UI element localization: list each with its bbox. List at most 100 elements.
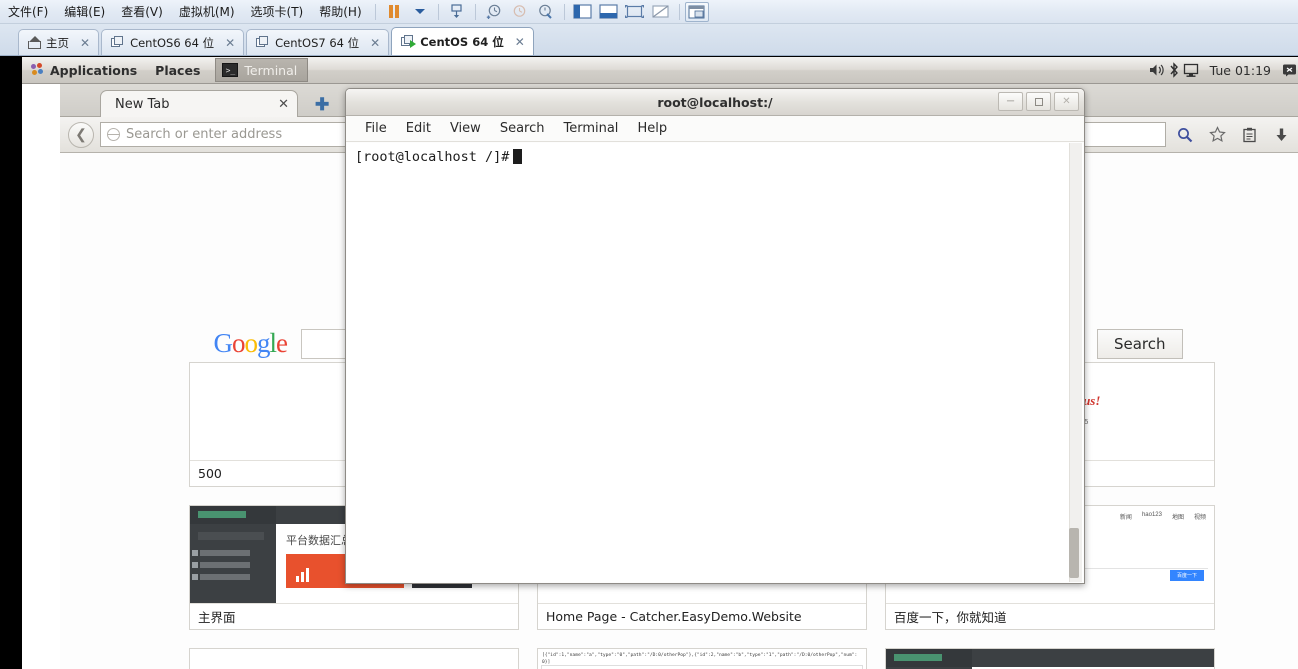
terminal-menu-view[interactable]: View [443,119,488,138]
menu-file[interactable]: 文件(F) [0,0,56,23]
baidu-nav-item: 视频 [1193,515,1206,521]
menu-edit[interactable]: 编辑(E) [56,0,113,23]
snapshot-icon[interactable] [444,2,470,22]
clock-label: Tue 01:19 [1209,62,1271,78]
vm-tab-centos6[interactable]: CentOS6 64 位 ✕ [101,29,245,55]
vm-tab-centos-active[interactable]: CentOS 64 位 ✕ [391,27,534,55]
globe-icon [106,128,120,141]
baidu-nav-item: hao123 [1141,512,1162,518]
tile-thumbnail [886,649,1214,669]
google-logo: Google [213,328,287,358]
snapshot-manager-icon[interactable] [533,2,559,22]
vmware-workstation-window: 文件(F) 编辑(E) 查看(V) 虚拟机(M) 选项卡(T) 帮助(H) 主页… [0,0,1298,669]
downloads-icon[interactable] [1266,122,1296,148]
volume-icon[interactable] [1149,62,1166,79]
terminal-menu-terminal[interactable]: Terminal [556,119,625,138]
show-thumbnail-bar-icon[interactable] [596,2,622,22]
revert-snapshot-icon[interactable] [507,2,533,22]
dashboard-title: 平台数据汇总 [286,534,352,547]
tile-caption: 主界面 [190,603,518,629]
terminal-scrollbar[interactable] [1069,143,1082,582]
toolbar-separator [474,3,476,20]
window-controls: ─ ✕ [998,92,1079,111]
close-icon[interactable]: ✕ [370,36,380,50]
terminal-cursor [513,149,523,164]
terminal-menu-file[interactable]: File [358,119,394,138]
show-library-icon[interactable] [570,2,596,22]
address-bar-placeholder: Search or enter address [126,127,283,142]
vm-tab-home[interactable]: 主页 ✕ [18,29,100,55]
full-screen-icon[interactable] [622,2,648,22]
dashboard-search [198,532,264,540]
places-label: Places [155,62,201,78]
vm-tab-label: CentOS7 64 位 [275,35,360,50]
close-icon[interactable]: ✕ [225,36,235,50]
vm-tab-centos7[interactable]: CentOS7 64 位 ✕ [246,29,390,55]
scrollbar-thumb[interactable] [1069,528,1079,578]
close-icon[interactable]: ✕ [80,36,90,50]
terminal-icon: >_ [222,63,239,77]
menu-view[interactable]: 查看(V) [113,0,171,23]
close-button[interactable]: ✕ [1054,92,1079,111]
vmware-tab-bar: 主页 ✕ CentOS6 64 位 ✕ CentOS7 64 位 ✕ CentO… [0,24,1298,56]
vm-letterbox-left [0,114,22,669]
dashboard-logo [894,654,942,661]
back-button[interactable]: ❮ [68,121,94,148]
toolbar-separator [437,3,439,20]
terminal-prompt: [root@localhost /]# [355,149,510,165]
baidu-search-button: 百度一下 [1170,570,1204,581]
unity-mode-icon[interactable] [648,2,674,22]
bar-chart-icon [296,568,309,582]
tile-thumbnail: Welcome to Jexus! [190,649,518,669]
notification-icon[interactable] [1281,62,1298,79]
taskbar-item-label: Terminal [244,62,298,78]
bluetooth-icon[interactable] [1166,62,1183,79]
home-icon [28,36,41,49]
vm-guest-display[interactable]: New Tab ✕ ✚ ❮ Search or enter address Go… [0,57,1298,669]
display-icon[interactable] [1183,62,1200,79]
search-icon[interactable] [1170,122,1200,148]
top-site-tile[interactable]: [{"id":1,"name":"a","type":"0","path":"/… [537,648,867,669]
pause-icon[interactable] [381,2,407,22]
vm-icon [256,36,270,49]
vm-running-icon [401,35,417,48]
applications-label: Applications [50,62,138,78]
terminal-title-bar[interactable]: root@localhost:/ ─ ✕ [346,89,1084,116]
terminal-output-area[interactable]: [root@localhost /]# [347,143,1083,582]
applications-menu[interactable]: Applications [22,57,146,84]
taskbar-item-terminal[interactable]: >_ Terminal [215,58,309,82]
menu-tabs[interactable]: 选项卡(T) [243,0,312,23]
toolbar-separator [563,3,565,20]
reader-list-icon[interactable] [1234,122,1264,148]
top-site-tile[interactable]: Welcome to Jexus! [189,648,519,669]
close-icon[interactable]: ✕ [515,35,525,49]
terminal-menu-help[interactable]: Help [630,119,674,138]
close-icon[interactable]: ✕ [278,97,289,112]
firefox-toolbar-icons [1170,122,1298,148]
new-tab-button[interactable]: ✚ [315,96,329,113]
menu-help[interactable]: 帮助(H) [311,0,369,23]
terminal-window[interactable]: root@localhost:/ ─ ✕ File Edit View Sear… [345,88,1085,584]
take-snapshot-icon[interactable] [481,2,507,22]
firefox-tab-new-tab[interactable]: New Tab ✕ [100,90,298,117]
console-view-icon[interactable] [684,1,709,22]
top-site-tile[interactable] [885,648,1215,669]
vm-tab-label: CentOS 64 位 [420,34,504,49]
places-menu[interactable]: Places [146,57,209,84]
firefox-tab-label: New Tab [115,96,170,112]
vm-icon [111,36,125,49]
terminal-menu-edit[interactable]: Edit [399,119,438,138]
toolbar-separator [678,3,680,20]
tile-caption: 百度一下，你就知道 [886,603,1214,629]
chevron-down-icon[interactable] [407,2,433,22]
menu-virtual-machine[interactable]: 虚拟机(M) [171,0,243,23]
baidu-nav-item: 新闻 [1119,515,1132,521]
clock[interactable]: Tue 01:19 [1200,57,1281,84]
terminal-menu-search[interactable]: Search [493,119,552,138]
maximize-button[interactable] [1026,92,1051,111]
vm-tab-label: CentOS6 64 位 [130,35,215,50]
minimize-button[interactable]: ─ [998,92,1023,111]
bookmark-star-icon[interactable] [1202,122,1232,148]
terminal-menu-bar: File Edit View Search Terminal Help [346,116,1084,142]
google-search-button[interactable]: Search [1096,328,1183,359]
